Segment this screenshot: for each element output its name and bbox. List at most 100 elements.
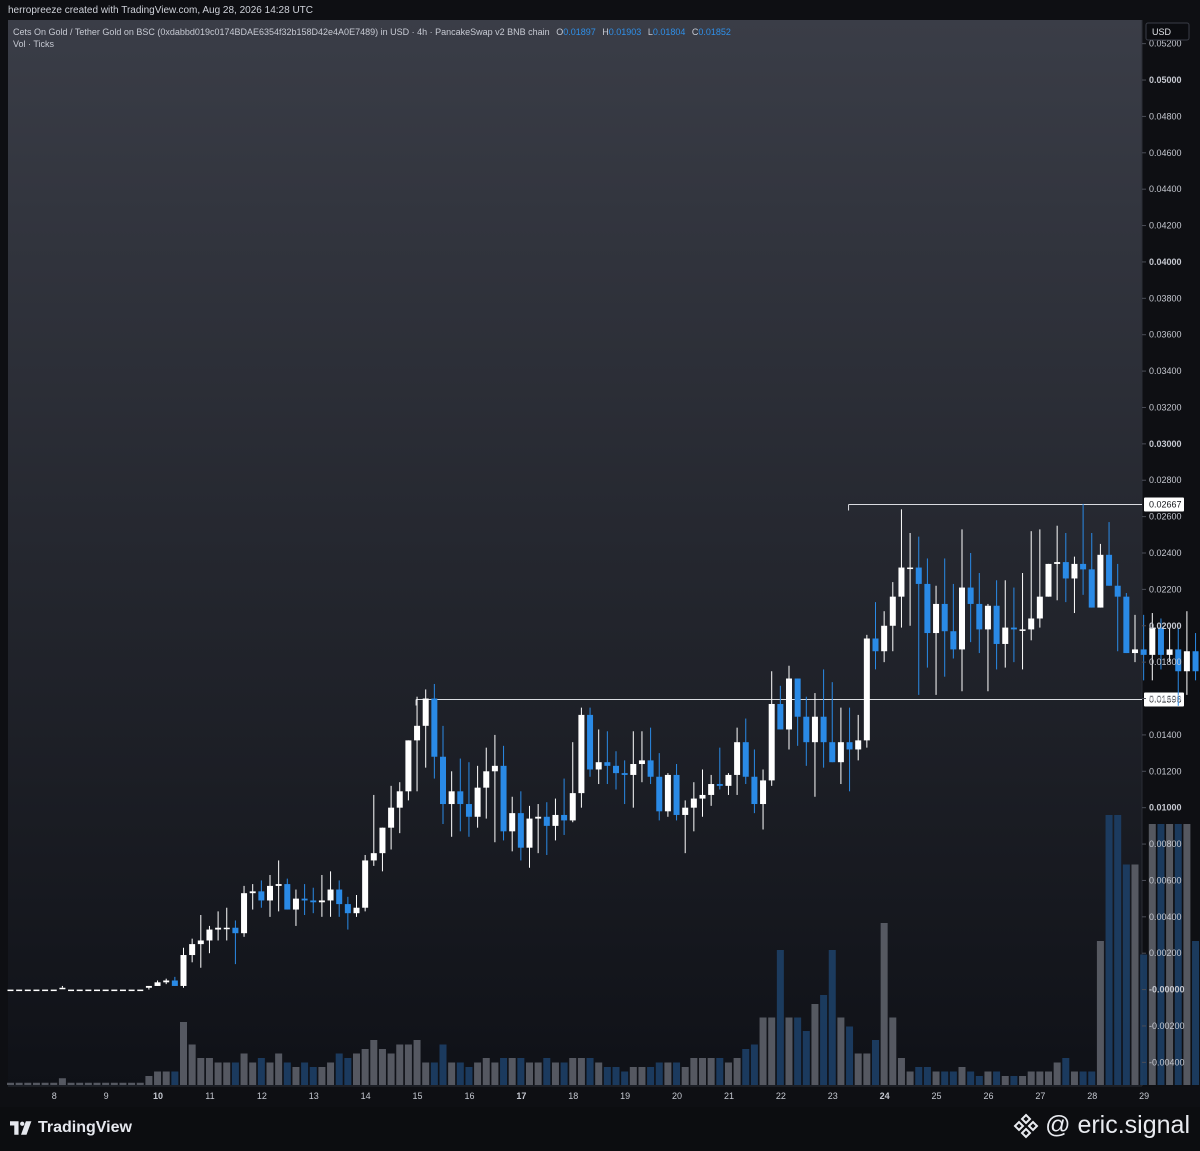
price-tick-label: 0.03200 — [1149, 402, 1182, 412]
volume-bar — [863, 1053, 871, 1085]
volume-bar — [811, 1004, 819, 1085]
volume-bar — [361, 1049, 369, 1085]
currency-badge[interactable]: USD — [1145, 22, 1190, 41]
volume-bar — [327, 1062, 335, 1085]
price-tick-label: 0.04800 — [1149, 111, 1182, 121]
candle-body — [984, 605, 991, 630]
candle-body — [552, 814, 559, 826]
candle-body — [327, 889, 334, 901]
volume-bar — [1053, 1062, 1061, 1085]
volume-bar — [422, 1062, 430, 1085]
candle-body — [604, 762, 611, 766]
candle-body — [137, 989, 144, 992]
volume-bar — [759, 1017, 767, 1085]
volume-bar — [664, 1062, 672, 1085]
volume-bar — [154, 1071, 162, 1085]
candle-body — [301, 898, 308, 901]
volume-bar — [180, 1022, 187, 1085]
time-tick-label: 10 — [153, 1091, 163, 1101]
candle-body — [898, 567, 905, 597]
volume-bar — [413, 1040, 421, 1085]
candle-body — [258, 891, 265, 901]
volume-bar — [880, 923, 888, 1085]
price-axis[interactable]: 0.052000.050000.048000.046000.044000.042… — [1142, 39, 1185, 1068]
candle-body — [379, 827, 386, 854]
candle — [68, 989, 75, 992]
price-tick-label: 0.00800 — [1149, 839, 1182, 849]
volume-bar — [58, 1078, 66, 1085]
candle-body — [223, 927, 230, 930]
tradingview-brand[interactable]: TradingView — [10, 1119, 132, 1137]
candle-body — [993, 605, 1000, 644]
candle-body — [509, 813, 516, 832]
volume-bar — [733, 1058, 741, 1085]
time-tick-label: 26 — [983, 1091, 993, 1101]
candle — [94, 989, 100, 992]
price-tick-label: 0.04200 — [1149, 221, 1182, 231]
candle-body — [915, 567, 922, 584]
volume-bar — [967, 1071, 975, 1085]
price-tick-label: 0.02200 — [1149, 584, 1182, 594]
volume-bar — [197, 1058, 205, 1085]
candle-body — [1062, 562, 1069, 579]
volume-bar — [456, 1062, 464, 1085]
candle-body — [751, 776, 758, 805]
candle-body — [1054, 562, 1061, 564]
volume-bar — [448, 1062, 456, 1085]
time-tick-label: 17 — [516, 1091, 526, 1101]
volume-bar — [906, 1071, 914, 1085]
candle-body — [561, 814, 568, 821]
volume-bar — [1045, 1071, 1052, 1085]
candle-body — [803, 716, 810, 743]
volume-bar — [889, 1017, 897, 1085]
volume-bar — [482, 1058, 490, 1085]
volume-bar — [1010, 1076, 1018, 1085]
candle-body — [595, 762, 602, 770]
candle-body — [111, 989, 118, 992]
time-tick-label: 22 — [776, 1091, 786, 1101]
candle-body — [50, 989, 57, 992]
candle-body — [1157, 627, 1164, 655]
candle-body — [699, 794, 706, 799]
candle-body — [396, 791, 403, 808]
candle — [76, 989, 83, 992]
volume-bar — [1105, 815, 1113, 1085]
volume-bar — [629, 1067, 637, 1085]
candle-body — [474, 787, 481, 817]
volume-bar — [560, 1062, 568, 1085]
time-tick-label: 21 — [724, 1091, 734, 1101]
volume-bar — [647, 1067, 655, 1085]
volume-bar — [370, 1040, 378, 1085]
price-tick-label: 0.00400 — [1149, 912, 1182, 922]
candle-body — [154, 982, 161, 986]
volume-bar — [76, 1082, 84, 1085]
candle-body — [500, 765, 507, 832]
candle-body — [1010, 627, 1017, 630]
time-tick-label: 20 — [672, 1091, 682, 1101]
candle-body — [102, 989, 109, 992]
volume-bar — [223, 1062, 231, 1085]
volume-bar — [344, 1058, 352, 1085]
volume-bar — [318, 1067, 326, 1085]
volume-bar — [404, 1044, 412, 1085]
candle-body — [535, 816, 542, 819]
candle-body — [682, 807, 689, 815]
volume-bar — [439, 1044, 447, 1085]
candle-body — [422, 698, 429, 726]
volume-bar — [577, 1058, 585, 1085]
volume-bar — [353, 1053, 360, 1085]
author-watermark: @ eric.signal — [1013, 1111, 1190, 1140]
price-chart[interactable]: 0.026670.01596 0.052000.050000.048000.04… — [0, 0, 1200, 1107]
candle-body — [206, 929, 213, 941]
candle-body — [336, 889, 343, 905]
candle-body — [820, 716, 827, 743]
volume-bar — [266, 1062, 274, 1085]
candle-body — [725, 774, 732, 786]
price-tick-label: 0.01800 — [1149, 657, 1182, 667]
volume-bar — [162, 1071, 170, 1085]
volume-bar — [32, 1082, 40, 1085]
time-tick-label: 8 — [52, 1091, 57, 1101]
candle-body — [275, 884, 282, 886]
volume-bar — [872, 1040, 879, 1085]
price-tick-label: 0.03400 — [1149, 366, 1182, 376]
